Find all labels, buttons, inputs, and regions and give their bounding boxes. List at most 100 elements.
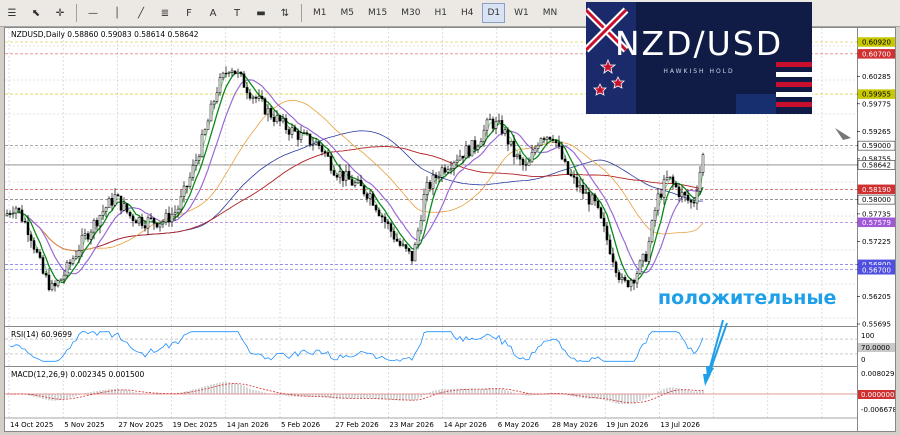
candle-body <box>539 138 543 146</box>
price-level-label: 0.59000 <box>862 142 891 150</box>
date-label: 14 Apr 2026 <box>444 421 488 429</box>
candle-body <box>284 118 288 130</box>
candle-body <box>650 220 654 242</box>
candle-body <box>275 115 279 122</box>
candle-body <box>77 250 81 257</box>
candle-body <box>17 207 21 211</box>
candle-body <box>545 136 549 140</box>
timeframe-h4[interactable]: H4 <box>456 3 479 23</box>
candle-body <box>119 195 123 211</box>
candle-body <box>176 208 180 213</box>
candle-body <box>305 132 309 135</box>
macd-panel <box>5 382 857 405</box>
rsi-panel <box>5 331 857 362</box>
candle-body <box>32 240 36 250</box>
arrows-icon[interactable]: ⇅ <box>275 3 295 23</box>
candle-body <box>503 129 507 134</box>
price-axis-label: 0.57225 <box>862 238 891 246</box>
candle-body <box>677 186 681 198</box>
candle-body <box>71 258 75 264</box>
candle-body <box>230 70 234 73</box>
label-icon[interactable]: T <box>227 3 247 23</box>
cursor-icon[interactable]: ⬉ <box>26 3 46 23</box>
candle-body <box>656 193 660 211</box>
candle-body <box>593 194 597 202</box>
candle-body <box>110 198 114 206</box>
price-axis-label: 0.59265 <box>862 128 891 136</box>
trendline-icon[interactable]: ╱ <box>131 3 151 23</box>
timeframe-m30[interactable]: M30 <box>396 3 425 23</box>
candle-body <box>317 141 321 146</box>
candle-body <box>182 185 186 197</box>
candle-body <box>641 253 645 262</box>
candle-body <box>488 118 492 121</box>
candle-body <box>599 207 603 219</box>
candle-body <box>404 244 408 249</box>
candle-body <box>569 173 573 176</box>
menu-icon[interactable]: ☰ <box>2 3 22 23</box>
text-icon[interactable]: A <box>203 3 223 23</box>
candle-body <box>674 182 678 188</box>
candle-body <box>518 154 522 160</box>
candle-body <box>434 174 438 179</box>
candle-body <box>290 127 294 135</box>
candle-body <box>287 129 291 135</box>
candle-body <box>335 175 339 178</box>
candle-body <box>53 283 57 287</box>
candle-body <box>581 185 585 194</box>
rsi-axis-70: 70.0000 <box>861 344 890 352</box>
candle-body <box>362 185 366 195</box>
candle-body <box>698 172 702 192</box>
candle-body <box>551 139 555 141</box>
candle-body <box>320 145 324 152</box>
candle-body <box>155 222 159 228</box>
shapes-icon[interactable]: ▬ <box>251 3 271 23</box>
candle-body <box>347 170 351 180</box>
candle-body <box>662 179 666 198</box>
timeframe-d1[interactable]: D1 <box>482 3 506 23</box>
candle-body <box>431 174 435 189</box>
macd-axis-max: 0.008029 <box>861 370 894 378</box>
candle-body <box>338 171 342 178</box>
timeframe-h1[interactable]: H1 <box>429 3 452 23</box>
horizontal-line-icon[interactable]: — <box>83 3 103 23</box>
candle-body <box>692 202 696 204</box>
date-label: 5 Nov 2025 <box>64 421 104 429</box>
channel-icon[interactable]: ≣ <box>155 3 175 23</box>
candle-body <box>92 220 96 233</box>
candle-body <box>101 211 105 216</box>
price-pointer-arrow <box>835 128 851 140</box>
candle-body <box>212 101 216 105</box>
candle-body <box>80 235 84 251</box>
date-label: 27 Feb 2026 <box>335 421 379 429</box>
candle-body <box>611 253 615 263</box>
candle-body <box>257 95 261 99</box>
annotation-arrowhead-2 <box>706 366 714 380</box>
timeframe-mn[interactable]: MN <box>538 3 563 23</box>
candle-body <box>260 95 264 99</box>
price-level-label: 0.58000 <box>862 196 891 204</box>
price-axis-label: 0.56205 <box>862 293 891 301</box>
candle-body <box>407 248 411 252</box>
candle-body <box>584 192 588 194</box>
timeframe-w1[interactable]: W1 <box>509 3 534 23</box>
candle-body <box>302 132 306 134</box>
timeframe-m1[interactable]: M1 <box>308 3 332 23</box>
rsi-label: RSI(14) 60.9699 <box>11 330 72 339</box>
timeframe-m15[interactable]: M15 <box>363 3 392 23</box>
candle-body <box>617 272 621 280</box>
candle-body <box>554 140 558 144</box>
candle-body <box>386 221 390 224</box>
timeframe-m5[interactable]: M5 <box>336 3 360 23</box>
candle-body <box>140 217 144 226</box>
crosshair-icon[interactable]: ✛ <box>50 3 70 23</box>
price-axis-label: 0.55695 <box>862 321 891 329</box>
candle-body <box>8 213 12 215</box>
candle-body <box>149 217 153 219</box>
candle-body <box>401 244 405 246</box>
candle-body <box>491 118 495 129</box>
fibonacci-icon[interactable]: F <box>179 3 199 23</box>
candle-body <box>134 220 138 224</box>
candle-body <box>86 233 90 240</box>
vertical-line-icon[interactable]: │ <box>107 3 127 23</box>
